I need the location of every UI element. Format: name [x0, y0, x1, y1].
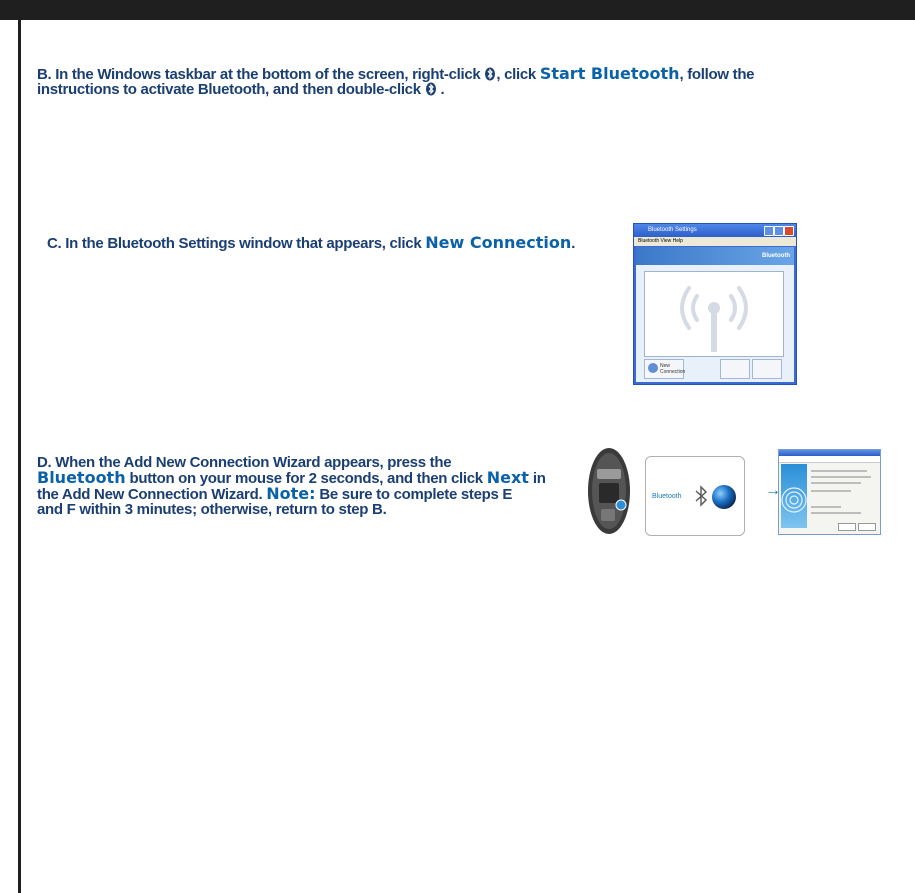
- step-b-text: B. In the Windows taskbar at the bottom …: [37, 64, 755, 98]
- start-bluetooth-emphasis: Start Bluetooth: [539, 64, 680, 83]
- disabled-button: [720, 359, 750, 379]
- wizard-side-graphic: [781, 464, 807, 528]
- step-d-text: D. When the Add New Connection Wizard ap…: [37, 454, 546, 518]
- window-title-bar: Bluetooth Settings: [634, 224, 796, 237]
- signal-antenna-icon: [680, 286, 748, 352]
- connection-icon: [648, 363, 658, 373]
- window-menu-bar: Bluetooth View Help: [634, 237, 796, 246]
- device-panel: [644, 271, 784, 357]
- top-frame-bar: [0, 0, 915, 20]
- bluetooth-button-closeup: Bluetooth: [645, 456, 745, 536]
- next-emphasis: Next: [486, 468, 529, 487]
- disabled-button: [752, 359, 782, 379]
- wizard-next-button: [838, 523, 856, 531]
- signal-rings-icon: [781, 487, 807, 513]
- mouse-underside-image: [588, 448, 630, 534]
- bluetooth-button: [712, 485, 736, 509]
- wizard-text-line: [811, 512, 861, 514]
- step-c-text: C. In the Bluetooth Settings window that…: [47, 233, 576, 252]
- bluetooth-symbol-icon: [695, 485, 708, 507]
- close-icon: [784, 226, 794, 236]
- bluetooth-card-label: Bluetooth: [652, 493, 682, 500]
- wizard-text-line: [811, 482, 861, 484]
- window-body: Bluetooth New Connection: [636, 247, 794, 382]
- minimize-icon: [764, 226, 774, 236]
- new-connection-button: New Connection: [644, 359, 685, 379]
- window-banner: Bluetooth: [636, 247, 794, 265]
- wizard-text-line: [811, 506, 841, 508]
- wizard-text-line: [811, 470, 867, 472]
- wizard-text-line: [811, 476, 871, 478]
- new-connection-emphasis: New Connection: [425, 233, 572, 252]
- bluetooth-emphasis: Bluetooth: [37, 468, 126, 487]
- wizard-header: [779, 456, 880, 463]
- bluetooth-icon: [485, 67, 496, 81]
- wizard-text-line: [811, 490, 851, 492]
- bluetooth-settings-screenshot: Bluetooth Settings Bluetooth View Help B…: [633, 223, 797, 385]
- bluetooth-icon: [425, 82, 436, 96]
- add-connection-wizard-screenshot: [778, 449, 881, 535]
- maximize-icon: [774, 226, 784, 236]
- wizard-cancel-button: [858, 523, 876, 531]
- left-frame-rule: [18, 20, 21, 893]
